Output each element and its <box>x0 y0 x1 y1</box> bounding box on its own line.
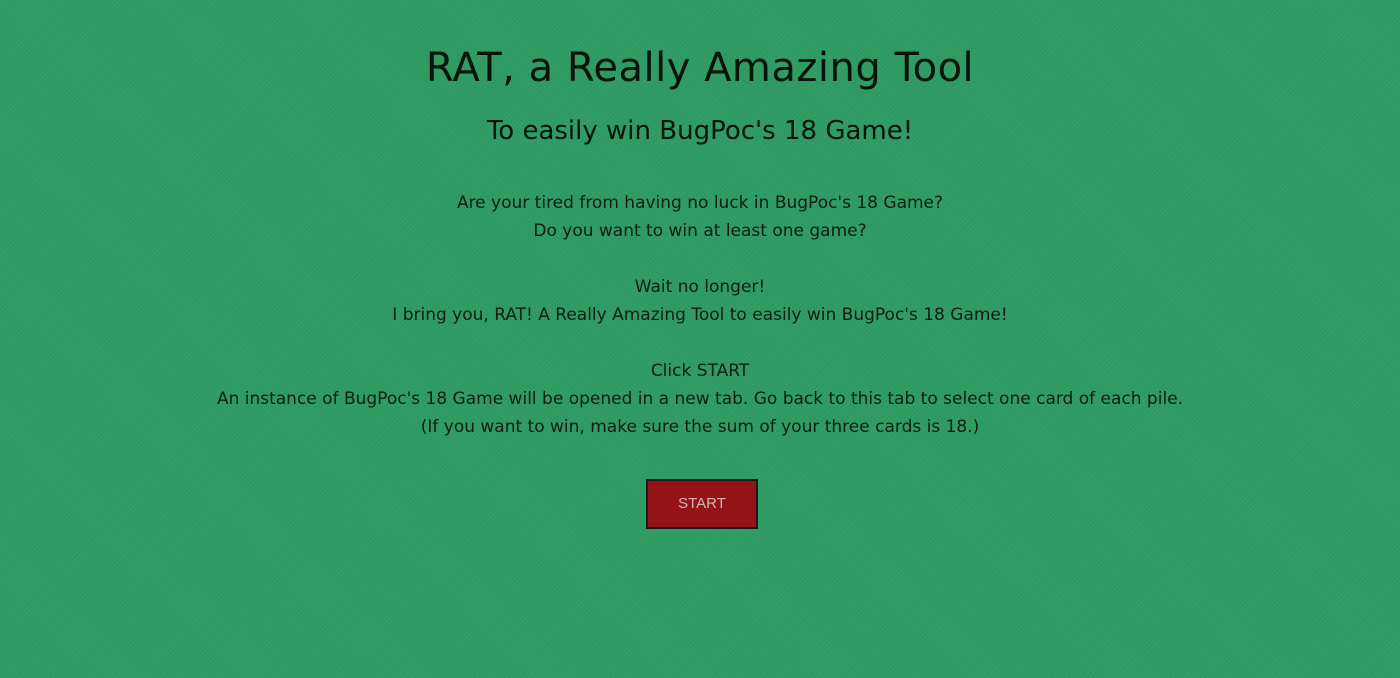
page: RAT, a Really Amazing Tool To easily win… <box>0 0 1400 678</box>
intro-line-1: Are your tired from having no luck in Bu… <box>456 193 944 213</box>
pitch-line-2: I bring you, RAT! A Really Amazing Tool … <box>392 305 1008 325</box>
page-title: RAT, a Really Amazing Tool <box>425 45 975 91</box>
instructions-paragraph: Click START An instance of BugPoc's 18 G… <box>0 357 1400 441</box>
intro-paragraph: Are your tired from having no luck in Bu… <box>0 189 1400 245</box>
intro-line-2: Do you want to win at least one game? <box>533 221 867 241</box>
instructions-line-1: Click START <box>650 361 750 381</box>
pitch-paragraph: Wait no longer! I bring you, RAT! A Real… <box>0 273 1400 329</box>
instructions-line-2: An instance of BugPoc's 18 Game will be … <box>216 389 1184 409</box>
pitch-line-1: Wait no longer! <box>634 277 766 297</box>
start-button[interactable]: START <box>646 479 758 529</box>
instructions-line-3: (If you want to win, make sure the sum o… <box>420 417 980 437</box>
page-subtitle: To easily win BugPoc's 18 Game! <box>486 116 914 146</box>
